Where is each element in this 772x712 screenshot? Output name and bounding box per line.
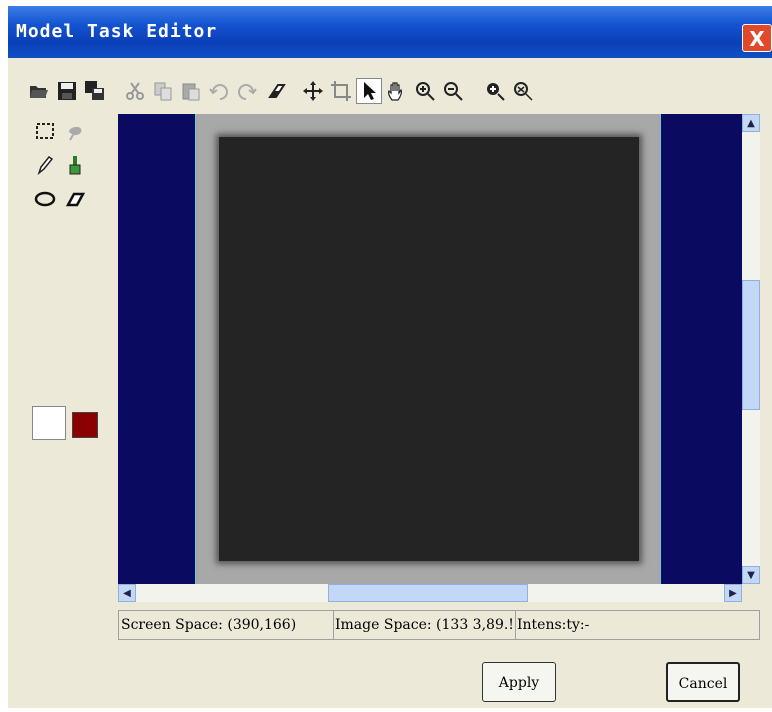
horizontal-scroll-thumb[interactable]: [328, 584, 528, 602]
title-bar[interactable]: Model Task Editor X: [8, 6, 772, 58]
save-icon[interactable]: [54, 78, 80, 104]
rect-select-icon[interactable]: [32, 118, 58, 144]
copy-icon[interactable]: [150, 78, 176, 104]
pointer-icon[interactable]: [356, 78, 382, 104]
horizontal-scrollbar[interactable]: ◀ ▶: [118, 584, 742, 602]
pencil-icon[interactable]: [32, 152, 58, 178]
polygon-icon[interactable]: [62, 186, 88, 212]
intensity-readout: Intens:ty:-: [517, 617, 590, 633]
vertical-scrollbar[interactable]: ▲ ▼: [742, 114, 760, 584]
status-bar: Screen Space: (390,166) Image Space: (13…: [118, 610, 760, 640]
screen-space-readout: Screen Space: (390,166): [119, 611, 334, 639]
cut-icon[interactable]: [122, 78, 148, 104]
image-canvas[interactable]: [118, 114, 742, 584]
zoom-out-icon[interactable]: [440, 78, 466, 104]
brush-icon[interactable]: [62, 152, 88, 178]
zoom-actual-icon[interactable]: [510, 78, 536, 104]
close-button[interactable]: X: [742, 24, 772, 52]
lasso-icon[interactable]: [62, 118, 88, 144]
move-icon[interactable]: [300, 78, 326, 104]
hand-icon[interactable]: [384, 78, 410, 104]
paste-icon[interactable]: [178, 78, 204, 104]
apply-button[interactable]: Apply: [482, 662, 556, 702]
image-content: [219, 137, 639, 561]
image-border: [195, 114, 661, 584]
model-task-editor-window: Model Task Editor X ▲ ▼ ◀ ▶ Screen Space…: [8, 6, 772, 708]
eraser-icon[interactable]: [264, 78, 290, 104]
redo-icon[interactable]: [234, 78, 260, 104]
scroll-left-button[interactable]: ◀: [118, 584, 136, 602]
crop-icon[interactable]: [328, 78, 354, 104]
scroll-up-button[interactable]: ▲: [742, 114, 760, 132]
open-icon[interactable]: [26, 78, 52, 104]
zoom-fit-icon[interactable]: [482, 78, 508, 104]
scroll-right-button[interactable]: ▶: [724, 584, 742, 602]
vertical-scroll-thumb[interactable]: [742, 280, 760, 410]
foreground-color-swatch[interactable]: [32, 406, 66, 440]
save-as-icon[interactable]: [82, 78, 108, 104]
background-color-swatch[interactable]: [72, 412, 98, 438]
zoom-in-icon[interactable]: [412, 78, 438, 104]
window-title: Model Task Editor: [16, 21, 218, 42]
scroll-down-button[interactable]: ▼: [742, 566, 760, 584]
cancel-button[interactable]: Cancel: [666, 662, 740, 702]
undo-icon[interactable]: [206, 78, 232, 104]
ellipse-icon[interactable]: [32, 186, 58, 212]
image-space-readout: Image Space: (133 3,89.!: [333, 611, 516, 639]
